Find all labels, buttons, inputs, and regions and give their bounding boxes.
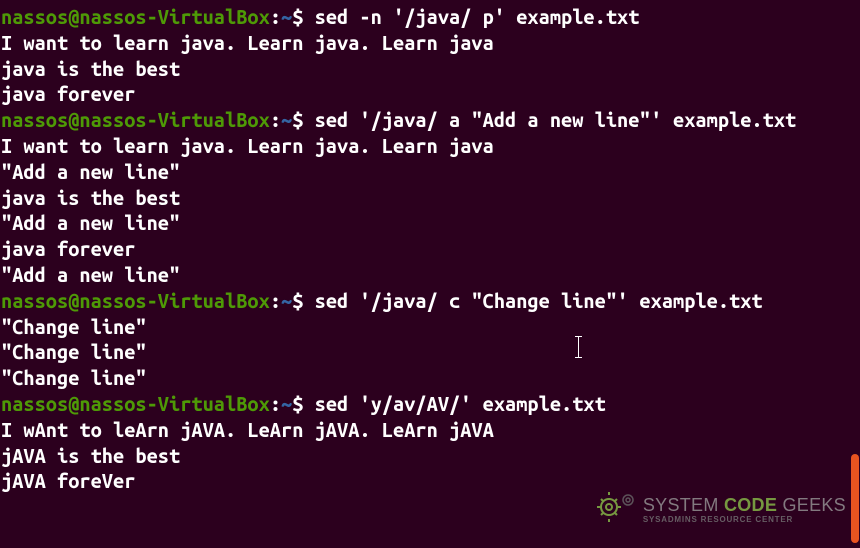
output-line: java is the best [1,185,859,211]
command-2: sed '/java/ a "Add a new line"' example.… [315,108,797,131]
output-line: "Change line" [1,365,859,391]
output-line: I wAnt to leArn jAVA. LeArn jAVA. LeArn … [1,417,859,443]
prompt-line-4: nassos@nassos-VirtualBox:~$ sed 'y/av/AV… [1,391,859,417]
output-line: java forever [1,81,859,107]
output-line: "Add a new line" [1,210,859,236]
prompt-line-1: nassos@nassos-VirtualBox:~$ sed -n '/jav… [1,4,859,30]
command-3: sed '/java/ c "Change line"' example.txt [315,289,763,312]
output-line: java is the best [1,56,859,82]
output-line: I want to learn java. Learn java. Learn … [1,133,859,159]
scrollbar-thumb[interactable] [851,454,859,543]
prompt-dollar: $ [292,5,314,28]
prompt-path: ~ [281,5,292,28]
watermark-text: SYSTEM CODE GEEKS SYSADMINS RESOURCE CEN… [643,496,846,524]
prompt-line-2: nassos@nassos-VirtualBox:~$ sed '/java/ … [1,107,859,133]
prompt-line-3: nassos@nassos-VirtualBox:~$ sed '/java/ … [1,288,859,314]
output-line: jAVA is the best [1,443,859,469]
output-line: "Add a new line" [1,159,859,185]
watermark-logo: SYSTEM CODE GEEKS SYSADMINS RESOURCE CEN… [595,490,846,530]
output-line: "Change line" [1,314,859,340]
command-4: sed 'y/av/AV/' example.txt [315,392,606,415]
output-line: "Add a new line" [1,262,859,288]
text-caret-icon [578,336,579,358]
prompt-user: nassos [1,5,68,28]
output-line: I want to learn java. Learn java. Learn … [1,30,859,56]
output-line: "Change line" [1,339,859,365]
terminal-output[interactable]: nassos@nassos-VirtualBox:~$ sed -n '/jav… [0,0,860,498]
command-1: sed -n '/java/ p' example.txt [315,5,640,28]
prompt-host: nassos-VirtualBox [79,5,269,28]
output-line: java forever [1,236,859,262]
watermark-gear-icon [595,490,637,530]
